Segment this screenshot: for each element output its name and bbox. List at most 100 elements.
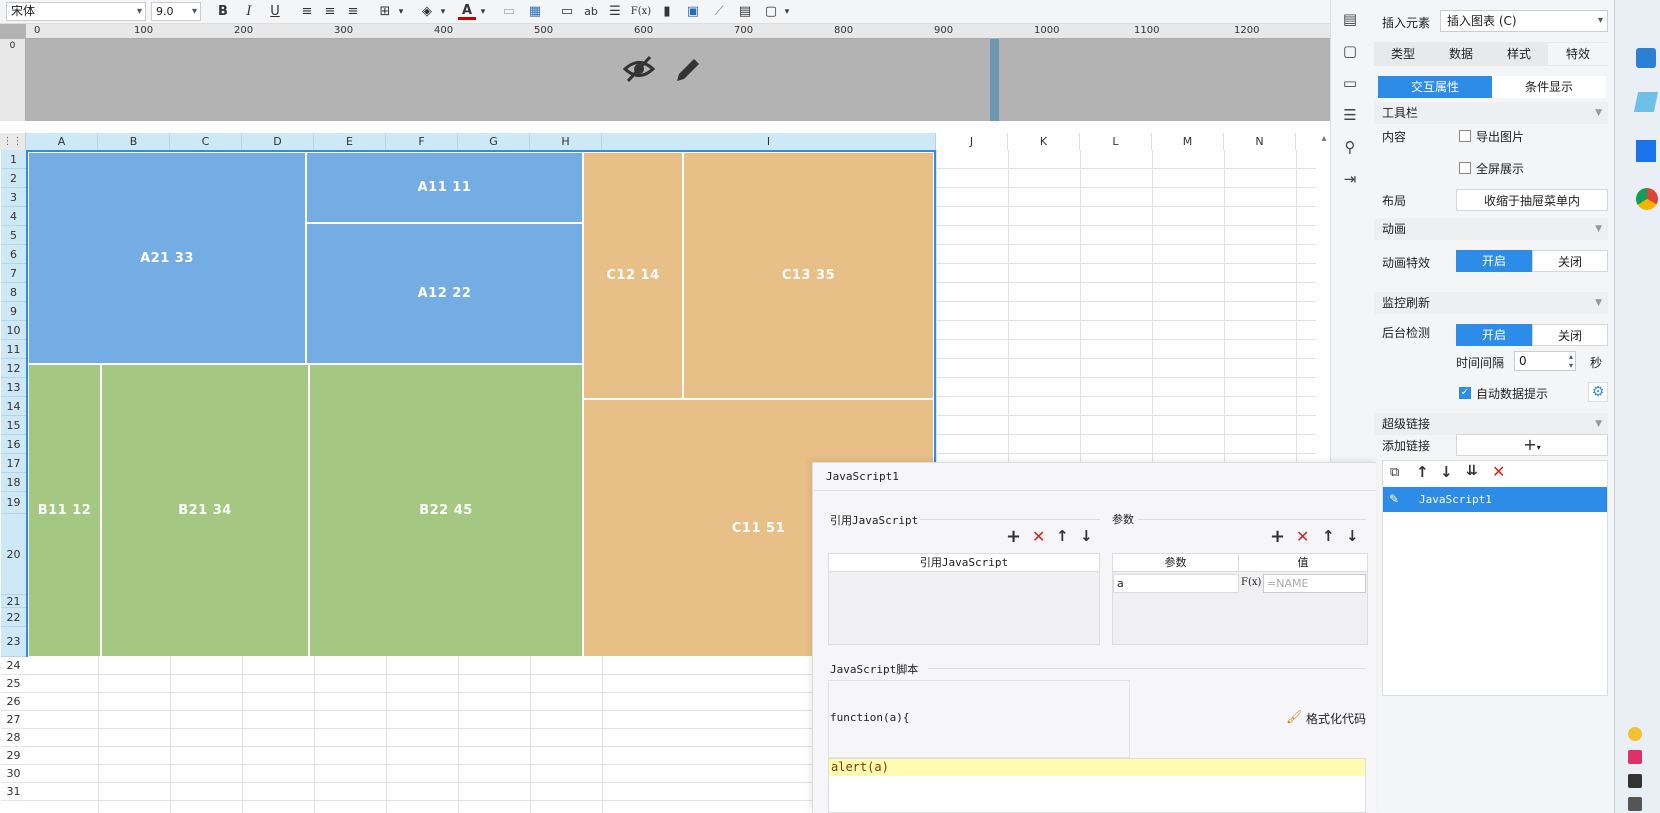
tab-effects[interactable]: 特效 xyxy=(1548,43,1608,65)
column-header[interactable]: E xyxy=(314,133,386,150)
row-header[interactable]: 28 xyxy=(1,729,26,747)
treemap-tile-a11[interactable]: A11 11 xyxy=(306,152,583,223)
animation-off-button[interactable]: 关闭 xyxy=(1532,250,1608,272)
row-header[interactable]: 12 xyxy=(1,359,26,378)
row-header[interactable]: 14 xyxy=(1,397,26,416)
chevron-down-icon[interactable]: ▾ xyxy=(392,4,410,20)
column-header[interactable]: K xyxy=(1008,133,1080,150)
table-icon[interactable]: ▦ xyxy=(526,4,544,20)
row-header[interactable]: 19 xyxy=(1,492,26,514)
treemap-tile-a12[interactable]: A12 22 xyxy=(306,223,583,364)
export-icon[interactable]: ⇥ xyxy=(1338,170,1362,190)
image-icon[interactable]: ▣ xyxy=(684,4,702,20)
spinner-icon[interactable]: ▴ ▾ xyxy=(1569,352,1573,370)
align-center-icon[interactable]: ≡ xyxy=(321,4,339,20)
chevron-down-icon[interactable]: ▾ xyxy=(778,4,796,20)
row-header[interactable]: 18 xyxy=(1,473,26,492)
italic-button[interactable]: I xyxy=(240,4,258,20)
tray-icon[interactable] xyxy=(1628,727,1642,741)
interval-input[interactable]: 0 ▴ ▾ xyxy=(1514,351,1576,371)
row-header[interactable]: 4 xyxy=(1,207,26,226)
align-left-icon[interactable]: ≡ xyxy=(298,4,316,20)
chevron-down-icon[interactable]: ▾ xyxy=(474,4,492,20)
move-down-icon[interactable]: ↓ xyxy=(1346,527,1359,545)
delete-icon[interactable]: ✕ xyxy=(1032,527,1045,546)
delete-icon[interactable]: ✕ xyxy=(1492,462,1505,481)
tray-icon[interactable] xyxy=(1628,797,1642,811)
column-header[interactable]: A xyxy=(26,133,98,150)
link-list-item[interactable]: ✎ JavaScript1 xyxy=(1383,487,1607,512)
column-header[interactable]: F xyxy=(386,133,458,150)
cell-element-icon[interactable]: ▢ xyxy=(1338,42,1362,62)
column-header[interactable]: N xyxy=(1224,133,1296,150)
delete-icon[interactable]: ✕ xyxy=(1296,527,1309,546)
row-header[interactable]: 7 xyxy=(1,264,26,283)
row-header[interactable]: 23 xyxy=(1,627,26,657)
row-header[interactable]: 31 xyxy=(1,783,26,801)
underline-button[interactable]: U xyxy=(266,4,284,20)
row-header[interactable]: 17 xyxy=(1,454,26,473)
move-up-icon[interactable]: ↑ xyxy=(1056,527,1069,545)
param-value-input[interactable]: =NAME xyxy=(1263,574,1366,593)
animation-on-button[interactable]: 开启 xyxy=(1456,250,1532,272)
formula-icon[interactable]: F(x) xyxy=(1241,574,1261,593)
format-code-button[interactable]: 格式化代码 xyxy=(1306,710,1366,727)
slash-icon[interactable]: ⟋ xyxy=(710,4,728,20)
background-check-on-button[interactable]: 开启 xyxy=(1456,324,1532,346)
row-header[interactable]: 21 xyxy=(1,595,26,608)
column-header[interactable]: H xyxy=(530,133,602,150)
treemap-tile-c12[interactable]: C12 14 xyxy=(583,152,683,399)
layout-select[interactable]: 收缩于抽屉菜单内 xyxy=(1456,189,1608,211)
code-editor[interactable]: alert(a) xyxy=(828,758,1366,813)
subtab-interaction[interactable]: 交互属性 xyxy=(1378,76,1492,98)
move-up-icon[interactable]: ↑ xyxy=(1322,527,1335,545)
hyperlink-icon[interactable]: ⚲ xyxy=(1338,138,1362,158)
sort-icon[interactable]: ⇊ xyxy=(1466,463,1478,479)
form-icon[interactable]: ▤ xyxy=(736,4,754,20)
tray-icon[interactable] xyxy=(1628,750,1642,764)
animation-section[interactable]: 动画 ▼ xyxy=(1374,218,1608,240)
insert-element-select[interactable]: 插入图表 (C) ▾ xyxy=(1440,10,1608,32)
move-down-icon[interactable]: ↓ xyxy=(1440,463,1453,481)
subtab-condition-display[interactable]: 条件显示 xyxy=(1492,76,1606,98)
pencil-icon[interactable] xyxy=(672,54,704,86)
scroll-up-icon[interactable]: ▴ xyxy=(1318,133,1330,150)
column-header[interactable]: C xyxy=(170,133,242,150)
tab-style[interactable]: 样式 xyxy=(1490,43,1548,65)
paragraph-icon[interactable]: ☰ xyxy=(606,4,624,20)
row-header[interactable]: 26 xyxy=(1,693,26,711)
font-size-select[interactable]: 9.0 ▾ xyxy=(151,2,201,21)
add-icon[interactable]: + xyxy=(1270,526,1285,547)
widget-icon[interactable]: ▭ xyxy=(1338,74,1362,94)
treemap-tile-b21[interactable]: B21 34 xyxy=(101,364,309,657)
column-header[interactable]: B xyxy=(98,133,170,150)
toolbar-section[interactable]: 工具栏 ▼ xyxy=(1374,102,1608,124)
column-header[interactable]: J xyxy=(936,133,1008,150)
cell-attribute-icon[interactable]: ▤ xyxy=(1338,10,1362,30)
font-name-select[interactable]: 宋体 ▾ xyxy=(6,2,146,21)
row-header[interactable]: 16 xyxy=(1,435,26,454)
chevron-down-icon[interactable]: ▾ xyxy=(434,4,452,20)
row-header[interactable]: 2 xyxy=(1,169,26,188)
column-header[interactable]: M xyxy=(1152,133,1224,150)
app-icon[interactable] xyxy=(1633,92,1659,112)
export-image-checkbox[interactable] xyxy=(1459,130,1471,142)
move-down-icon[interactable]: ↓ xyxy=(1080,527,1093,545)
select-all-corner[interactable]: ⋮⋮ xyxy=(0,133,26,150)
monitor-refresh-section[interactable]: 监控刷新 ▼ xyxy=(1374,292,1608,314)
hidden-eye-icon[interactable] xyxy=(622,52,656,86)
background-check-off-button[interactable]: 关闭 xyxy=(1532,324,1608,346)
row-header[interactable]: 8 xyxy=(1,283,26,302)
text-field-icon[interactable]: ▭ xyxy=(558,4,576,20)
ref-js-table[interactable]: 引用JavaScript xyxy=(828,553,1100,645)
column-header[interactable]: I xyxy=(602,133,936,150)
app-icon[interactable] xyxy=(1636,140,1656,162)
gear-icon[interactable]: ⚙ xyxy=(1588,382,1608,402)
move-up-icon[interactable]: ↑ xyxy=(1416,463,1429,481)
treemap-tile-b11[interactable]: B11 12 xyxy=(28,364,101,657)
chrome-icon[interactable] xyxy=(1636,188,1658,210)
broom-icon[interactable]: 🖌 xyxy=(1286,710,1303,725)
row-header[interactable]: 1 xyxy=(1,150,26,169)
row-header[interactable]: 27 xyxy=(1,711,26,729)
app-icon[interactable] xyxy=(1636,48,1656,68)
